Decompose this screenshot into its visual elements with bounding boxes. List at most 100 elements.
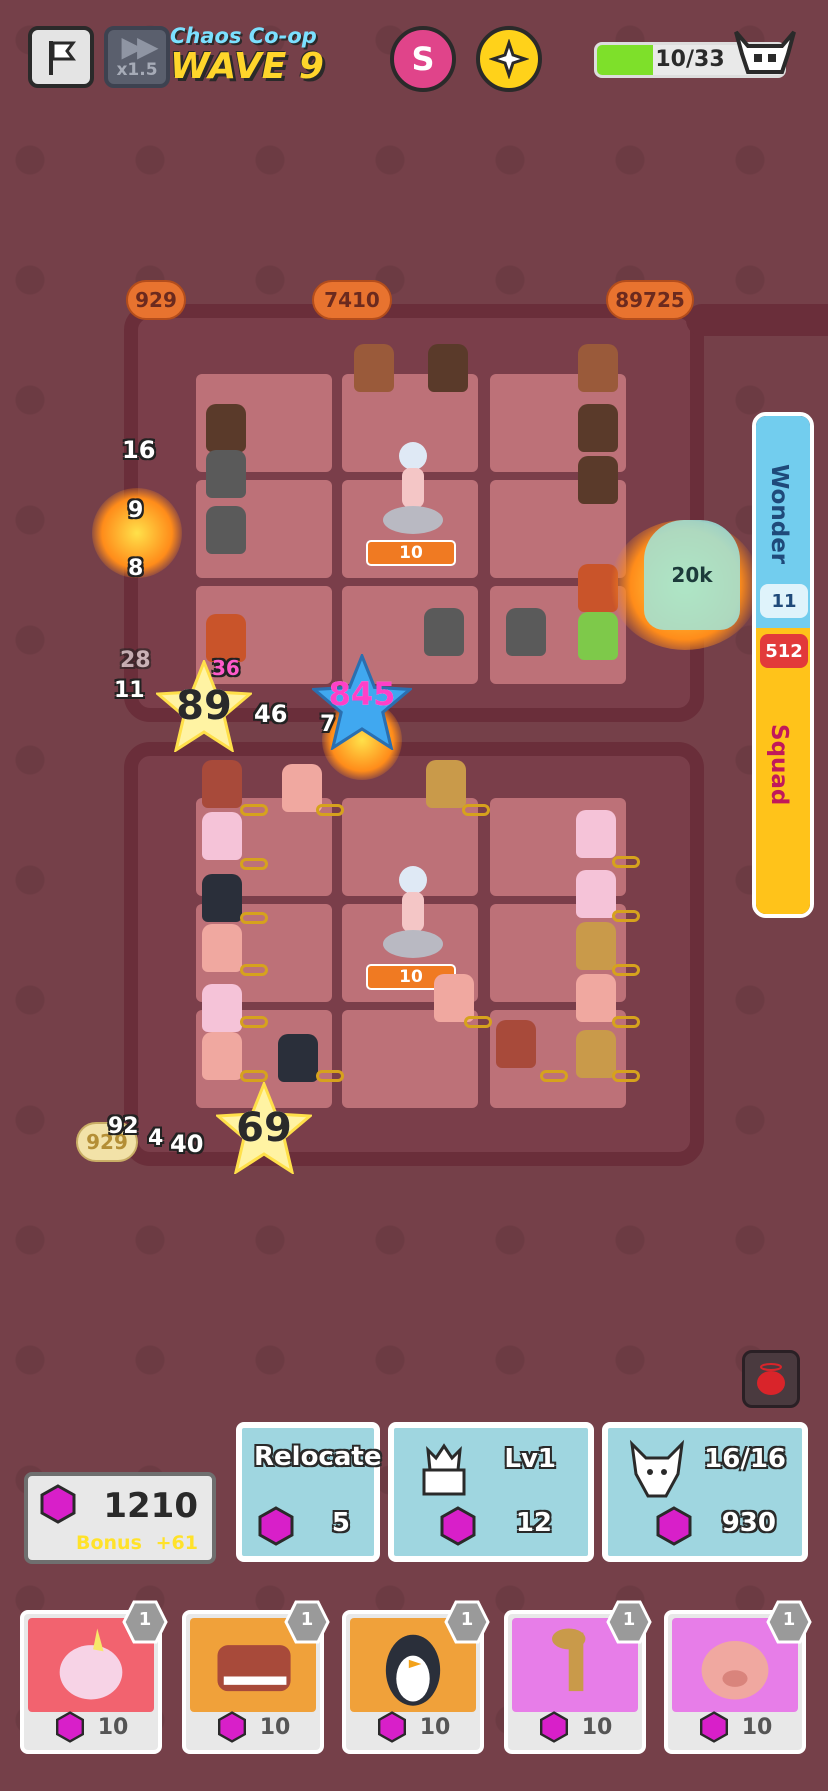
damage-number: 92 [108,1114,139,1139]
shop-card-trex[interactable]: 10 1 [182,1600,330,1754]
side-panel[interactable]: Wonder 11 512 Squad [752,412,814,918]
relocate-button[interactable]: Relocate 5 [236,1422,382,1562]
surrender-flag-button[interactable] [28,26,94,88]
shop-card-cost-value: 10 [741,1714,773,1740]
chain-link [240,858,268,870]
bonus-label: Bonus [76,1532,142,1554]
shop-card-cost: 10 [668,1710,802,1744]
summon-cost: 930 [721,1508,776,1538]
squad-label: Squad [766,724,792,806]
eagle-unit[interactable] [572,400,624,456]
enemy-counter-bubble: 89725 [606,280,694,320]
gem-icon [698,1711,730,1743]
damage-number: 28 [120,648,151,673]
chain-link [612,856,640,868]
squad-section[interactable]: 512 Squad [756,628,810,914]
damage-number: 4 [148,1126,164,1151]
speed-button[interactable]: ▶▶ x1.5 [104,26,170,88]
speed-label: x1.5 [116,60,158,80]
chain-link [612,1016,640,1028]
shop-card-cost-value: 10 [259,1714,291,1740]
shop-card-unicorn[interactable]: 10 1 [20,1600,168,1754]
gem-icon [54,1711,86,1743]
unicorn-unit[interactable] [570,806,622,862]
critical-damage-star: 69 [216,1082,312,1174]
damage-number: 11 [114,678,145,703]
skill-button[interactable]: S [390,26,456,92]
top-hud: ▶▶ x1.5 Chaos Co-op WAVE 9 S 10/33 [24,24,804,96]
sparkle-button[interactable] [476,26,542,92]
shop-card-level-badge: 1 [284,1600,330,1644]
chain-link [464,1016,492,1028]
upgrade-cost: 12 [515,1508,552,1538]
giraffe-unit[interactable] [420,756,472,812]
shop-card-cost-value: 10 [97,1714,129,1740]
squad-count-badge: 512 [760,634,808,668]
enemy-counter-bubble: 7410 [312,280,392,320]
frog-unit[interactable] [572,608,624,664]
chain-link [240,912,268,924]
chain-link [612,910,640,922]
shop-card-giraffe[interactable]: 10 1 [504,1600,652,1754]
shop-card-cost-value: 10 [581,1714,613,1740]
gem-icon [654,1506,694,1546]
bonus-value: +61 [155,1532,198,1554]
summon-unit-button[interactable]: 16/16 930 [602,1422,808,1562]
wave-label: WAVE 9 [170,46,324,87]
damage-number: 8 [128,556,144,581]
upgrade-statue-button[interactable]: Lv1 12 [388,1422,594,1562]
gem-icon [216,1711,248,1743]
ghost-boss-enemy[interactable]: 20k [644,520,740,630]
shop-card-cost: 10 [508,1710,642,1744]
shop-card-level-badge: 1 [122,1600,168,1644]
shop-card-level-badge: 1 [606,1600,652,1644]
bear-unit[interactable] [348,340,400,396]
chain-link [612,1070,640,1082]
relocate-label: Relocate [254,1442,382,1472]
chain-link [612,964,640,976]
damage-number: 46 [254,700,288,728]
statue-level-label: Lv1 [504,1444,556,1474]
boss-hp-label: 20k [671,563,713,587]
wonder-label: Wonder [766,464,792,565]
gem-icon [38,1484,78,1524]
shop-card-cost: 10 [186,1710,320,1744]
gem-icon [256,1506,296,1546]
chain-link [316,804,344,816]
shop-card-cost: 10 [346,1710,480,1744]
critical-damage-star: 89 [156,660,252,752]
chain-link [316,1070,344,1082]
wolf-unit[interactable] [200,502,252,558]
eagle-unit[interactable] [572,452,624,508]
wolf-unit[interactable] [200,446,252,502]
trex-unit[interactable] [490,1016,542,1072]
boss-skull-icon[interactable] [730,24,800,84]
bomb-button[interactable] [742,1350,800,1408]
chain-link [240,804,268,816]
skill-icon: S [411,40,435,78]
shop-card-level-badge: 1 [766,1600,812,1644]
enemy-lane [686,304,828,336]
shop-card-pig[interactable]: 10 1 [664,1600,812,1754]
wolf-unit[interactable] [500,604,552,660]
enemy-counter-bubble: 929 [126,280,186,320]
mode-label: Chaos Co-op [170,24,317,48]
bear-unit[interactable] [572,340,624,396]
goddess-statue[interactable] [378,862,448,962]
chain-link [240,964,268,976]
gem-icon [538,1711,570,1743]
wolf-unit[interactable] [418,604,470,660]
eagle-unit[interactable] [422,340,474,396]
gem-icon [438,1506,478,1546]
damage-number: 40 [170,1130,204,1158]
trex-unit[interactable] [196,756,248,812]
critical-damage-star: 845 [312,654,412,750]
chain-link [462,804,490,816]
unit-capacity-label: 16/16 [704,1444,786,1474]
damage-number: 9 [128,498,144,523]
chain-link [540,1070,568,1082]
goddess-statue[interactable] [378,438,448,538]
unicorn-unit[interactable] [196,808,248,864]
shop-card-penguin[interactable]: 10 1 [342,1600,490,1754]
wonder-section[interactable]: Wonder 11 [756,416,810,628]
